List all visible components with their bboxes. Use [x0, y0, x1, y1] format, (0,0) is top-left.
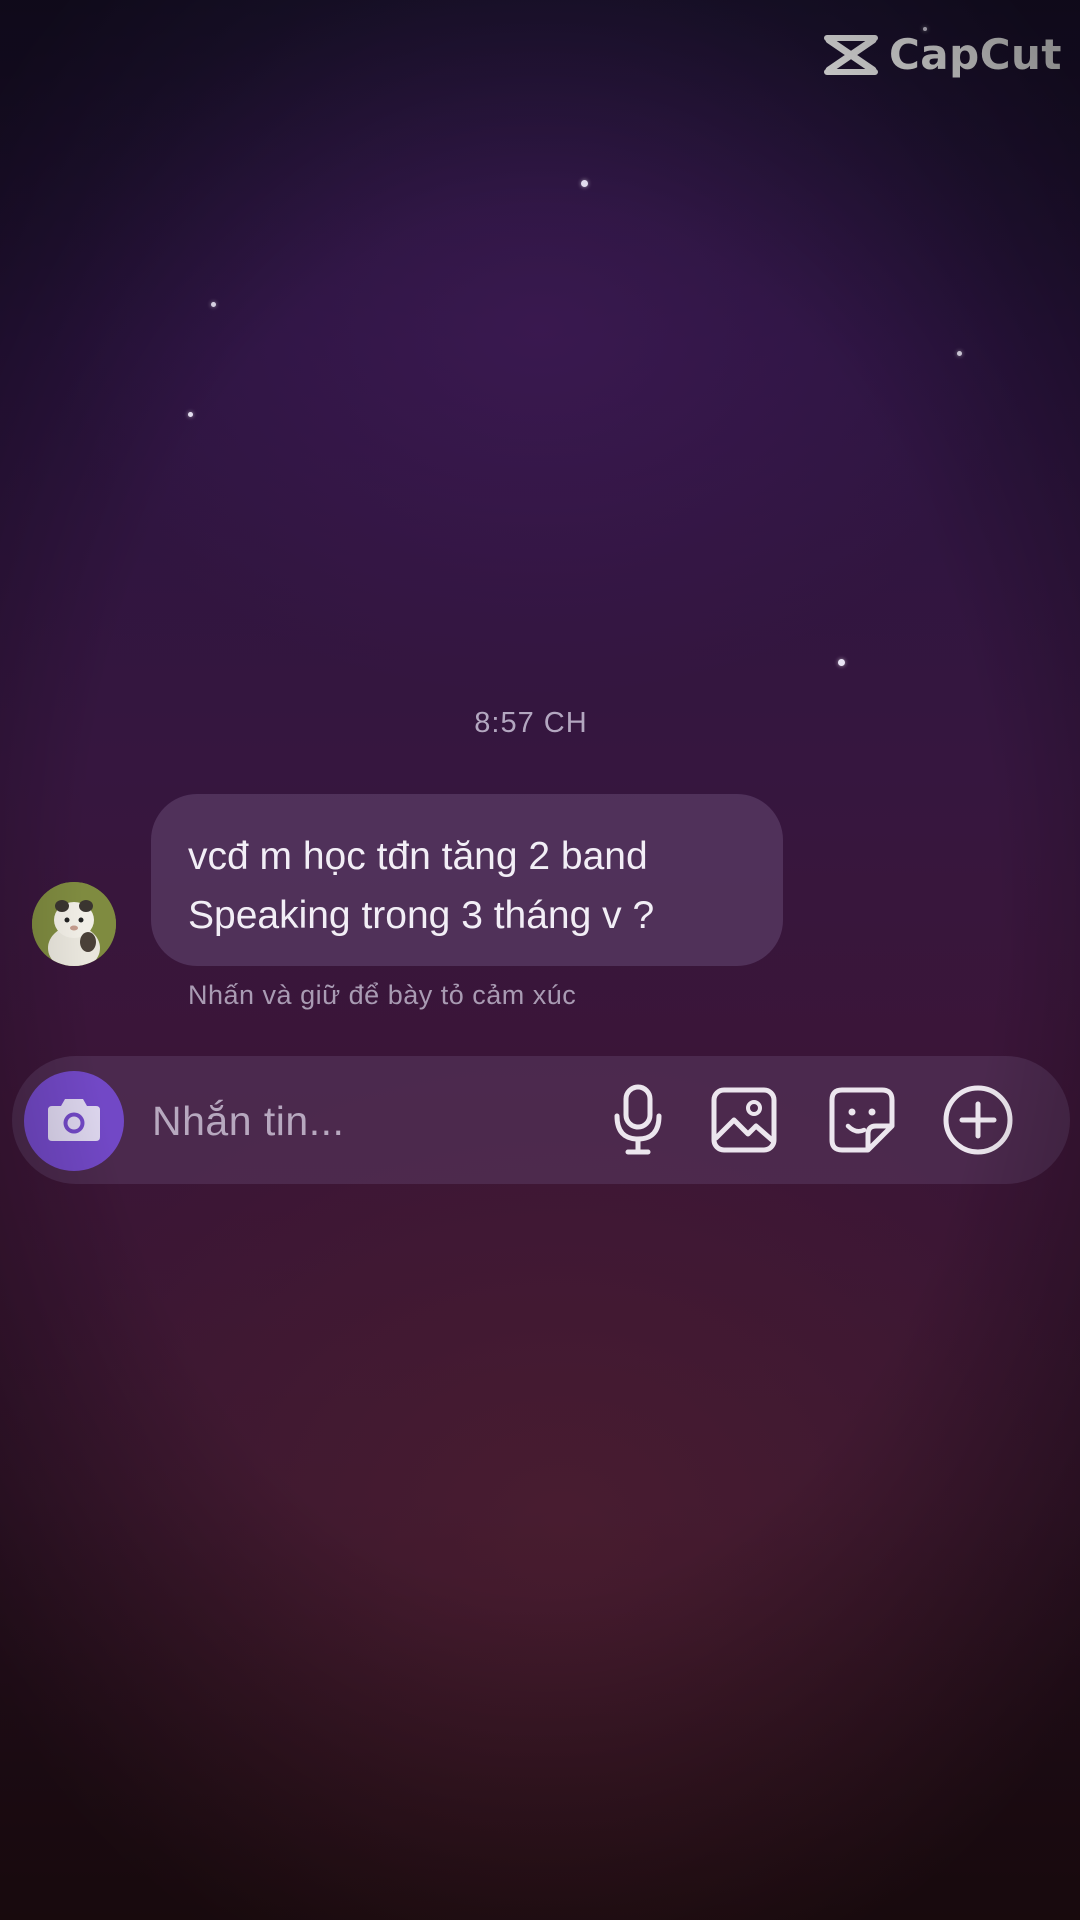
capcut-watermark-text: CapCut	[888, 30, 1062, 79]
microphone-icon	[610, 1084, 666, 1156]
reaction-hint: Nhấn và giữ để bày tỏ cảm xúc	[188, 980, 577, 1010]
more-options-button[interactable]	[942, 1084, 1014, 1156]
star-decoration	[957, 351, 962, 356]
image-icon	[710, 1086, 778, 1154]
voice-message-button[interactable]	[602, 1084, 674, 1156]
message-input[interactable]: Nhắn tin...	[152, 1098, 344, 1145]
star-decoration	[838, 659, 845, 666]
plus-circle-icon	[942, 1084, 1014, 1156]
camera-button[interactable]	[24, 1071, 124, 1171]
message-timestamp: 8:57 CH	[474, 707, 588, 739]
star-decoration	[581, 180, 588, 187]
message-text-line: Speaking trong 3 tháng v ?	[188, 894, 655, 937]
message-text-line: vcđ m học tđn tăng 2 band	[188, 835, 648, 878]
capcut-watermark: CapCut	[823, 30, 1062, 79]
gallery-button[interactable]	[708, 1084, 780, 1156]
star-decoration	[211, 302, 216, 307]
capcut-logo-icon	[823, 34, 879, 76]
sticker-button[interactable]	[826, 1084, 898, 1156]
star-decoration	[188, 412, 193, 417]
camera-icon	[46, 1095, 102, 1148]
chat-screen: CapCut 8:57 CH vcđ m học tđn tăng 2 band…	[0, 0, 1080, 1920]
incoming-message-bubble[interactable]: vcđ m học tđn tăng 2 band Speaking trong…	[151, 794, 783, 966]
avatar-icon[interactable]	[32, 882, 116, 966]
sticker-icon	[828, 1086, 896, 1154]
message-composer: Nhắn tin...	[12, 1056, 1070, 1184]
